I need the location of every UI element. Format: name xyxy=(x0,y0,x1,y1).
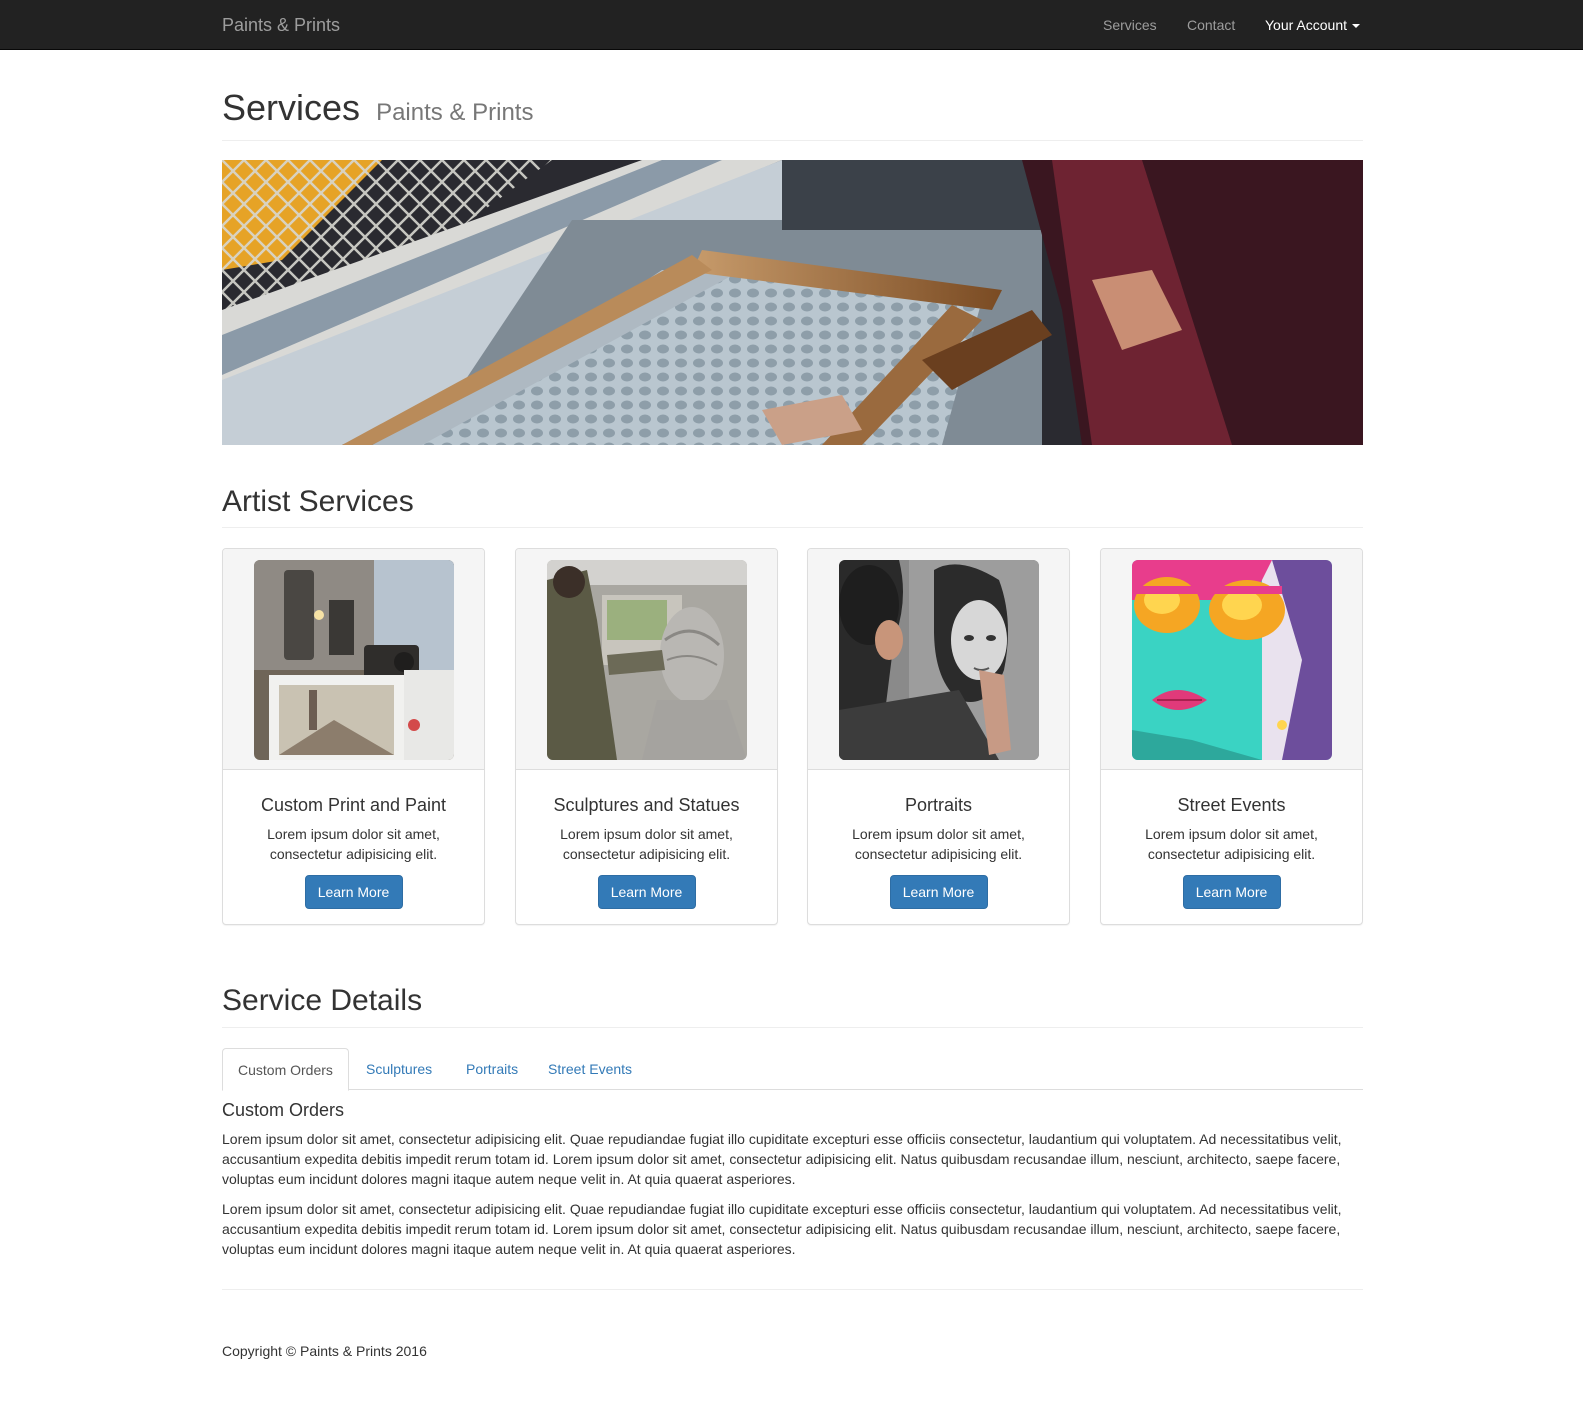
page-subtitle: Paints & Prints xyxy=(376,99,534,126)
nav-link-services[interactable]: Services xyxy=(1103,16,1157,34)
page-header: Services Paints & Prints xyxy=(222,86,1363,141)
hero-image-screen-printing xyxy=(222,160,1363,445)
learn-more-button-sculptures[interactable]: Learn More xyxy=(597,875,696,909)
tab-portraits[interactable]: Portraits xyxy=(451,1048,533,1090)
your-account-dropdown[interactable]: Your Account xyxy=(1265,16,1360,34)
portrait-illustration xyxy=(839,560,1039,760)
tab-street-events[interactable]: Street Events xyxy=(533,1048,647,1090)
footer-divider xyxy=(222,1289,1363,1290)
service-card-street-events: Street Events Lorem ipsum dolor sit amet… xyxy=(1100,548,1363,925)
card-title: Portraits xyxy=(904,795,973,815)
brand-link[interactable]: Paints & Prints xyxy=(222,14,340,36)
page-title: Services Paints & Prints xyxy=(222,86,1363,135)
card-image-graffiti xyxy=(1132,560,1332,760)
card-text: Lorem ipsum dolor sit amet, consectetur … xyxy=(852,826,1025,862)
cameras-illustration xyxy=(254,560,454,760)
tab-content-heading: Custom Orders xyxy=(222,1100,345,1120)
card-text: Lorem ipsum dolor sit amet, consectetur … xyxy=(1145,826,1318,862)
tab-content-paragraph: Lorem ipsum dolor sit amet, consectetur … xyxy=(222,1201,1342,1257)
card-thumbnail-area xyxy=(808,549,1069,770)
service-details-heading: Service Details xyxy=(222,983,1363,1028)
learn-more-button-custom-print[interactable]: Learn More xyxy=(304,875,403,909)
card-thumbnail-area xyxy=(516,549,777,770)
service-card-portraits: Portraits Lorem ipsum dolor sit amet, co… xyxy=(807,548,1070,925)
card-caption: Custom Print and Paint Lorem ipsum dolor… xyxy=(223,770,484,909)
page-title-text: Services xyxy=(222,87,361,128)
learn-more-button-street-events[interactable]: Learn More xyxy=(1182,875,1281,909)
service-card-custom-print: Custom Print and Paint Lorem ipsum dolor… xyxy=(222,548,485,925)
tab-content-paragraph: Lorem ipsum dolor sit amet, consectetur … xyxy=(222,1131,1342,1187)
card-text: Lorem ipsum dolor sit amet, consectetur … xyxy=(560,826,733,862)
card-caption: Portraits Lorem ipsum dolor sit amet, co… xyxy=(808,770,1069,909)
tab-sculptures[interactable]: Sculptures xyxy=(351,1048,447,1090)
navbar: Paints & Prints Services Contact Your Ac… xyxy=(0,0,1583,50)
sculptor-illustration xyxy=(547,560,747,760)
card-text: Lorem ipsum dolor sit amet, consectetur … xyxy=(267,826,440,862)
card-title: Street Events xyxy=(1177,795,1286,815)
service-details-tabs: Custom Orders Sculptures Portraits Stree… xyxy=(222,1048,1363,1091)
your-account-label: Your Account xyxy=(1265,17,1347,33)
card-thumbnail-area xyxy=(1101,549,1362,770)
card-caption: Sculptures and Statues Lorem ipsum dolor… xyxy=(516,770,777,909)
card-image-portrait-artist xyxy=(839,560,1039,760)
tab-custom-orders[interactable]: Custom Orders xyxy=(222,1048,349,1091)
card-thumbnail-area xyxy=(223,549,484,770)
card-image-sculptor xyxy=(547,560,747,760)
service-card-sculptures: Sculptures and Statues Lorem ipsum dolor… xyxy=(515,548,778,925)
card-image-cameras xyxy=(254,560,454,760)
card-caption: Street Events Lorem ipsum dolor sit amet… xyxy=(1101,770,1362,909)
card-title: Custom Print and Paint xyxy=(260,795,447,815)
hero-illustration xyxy=(222,160,1363,445)
nav-link-contact[interactable]: Contact xyxy=(1187,16,1235,34)
card-title: Sculptures and Statues xyxy=(553,795,740,815)
caret-down-icon xyxy=(1352,24,1360,29)
learn-more-button-portraits[interactable]: Learn More xyxy=(889,875,988,909)
artist-services-heading: Artist Services xyxy=(222,484,1363,528)
footer-copyright: Copyright © Paints & Prints 2016 xyxy=(222,1343,427,1359)
graffiti-illustration xyxy=(1132,560,1332,760)
